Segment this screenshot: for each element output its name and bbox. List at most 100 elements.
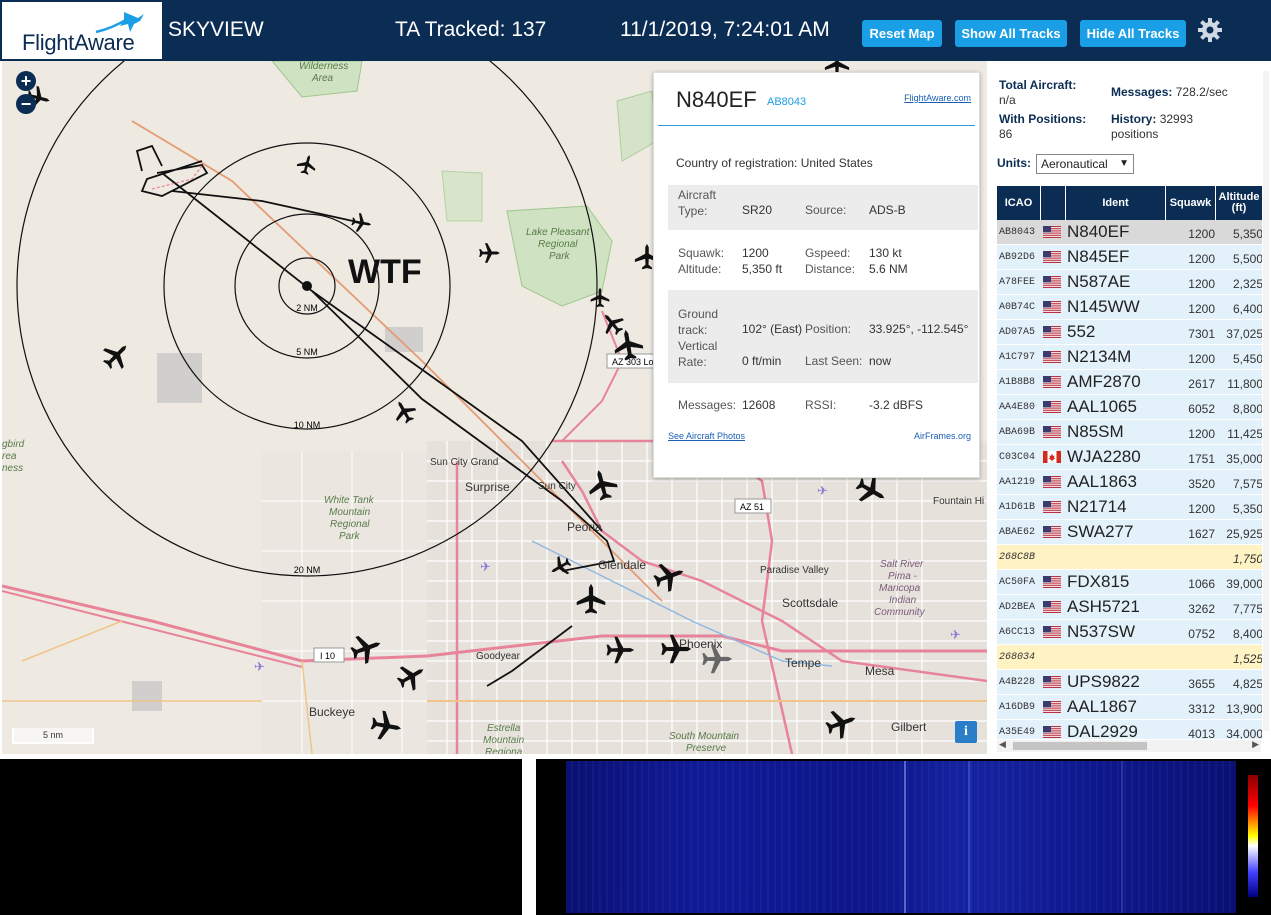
row-ident: N840EF [1067,222,1130,241]
row-altitude: 5,450 [1232,352,1262,366]
airport-icon: ✈ [950,628,961,643]
label-glendale: Glendale [598,558,646,572]
aircraft-marker[interactable] [479,243,500,263]
us-flag-icon [1043,226,1061,238]
scroll-right-icon[interactable]: ▶ [1252,739,1259,750]
us-flag-icon [1043,626,1061,638]
squawk-value: 1200 [742,246,769,260]
ring-label-5nm: 5 NM [296,347,318,357]
row-icao: A4B228 [999,677,1036,688]
country-label: Country of registration: [676,156,798,170]
us-flag-icon [1043,376,1061,388]
units-label: Units: [997,156,1031,170]
row-squawk: 6052 [1188,402,1215,416]
altitude-value: 5,350 ft [742,262,783,276]
row-squawk: 2617 [1188,377,1215,391]
label-estrella: Estrella Mountain Regiona [483,723,525,754]
flightaware-link[interactable]: FlightAware.com [904,93,971,103]
hide-all-tracks-button[interactable]: Hide All Tracks [1080,20,1186,47]
table-row[interactable]: A1C797 N2134M 1200 5,450 [997,345,1262,370]
table-row[interactable]: ABA69B N85SM 1200 11,425 [997,420,1262,445]
row-icao: A35E49 [999,727,1036,738]
row-icao: AA1219 [999,477,1036,488]
us-flag-icon [1043,401,1061,413]
units-select[interactable]: Aeronautical ▼ [1036,154,1134,174]
col-flag-header[interactable] [1041,186,1065,220]
label-mesa: Mesa [865,664,895,678]
table-row[interactable]: 268C8B 1,750 [997,545,1262,570]
table-row[interactable]: AD2BEA ASH5721 3262 7,775 [997,595,1262,620]
stat-history: History: 32993 positions [1111,112,1193,142]
us-flag-icon [1043,326,1061,338]
table-row[interactable]: A35E49 DAL2929 4013 34,000 [997,720,1262,739]
label-gilbert: Gilbert [891,720,927,734]
table-row[interactable]: A0B74C N145WW 1200 6,400 [997,295,1262,320]
row-ident: ASH5721 [1067,597,1140,616]
table-row[interactable]: A4B228 UPS9822 3655 4,825 [997,670,1262,695]
table-row[interactable]: AC50FA FDX815 1066 39,000 [997,570,1262,595]
scrollbar-thumb[interactable] [1013,742,1147,750]
row-altitude: 11,425 [1227,427,1262,441]
canada-flag-icon [1043,451,1061,463]
label-surprise: Surprise [465,480,510,494]
zoom-out-button[interactable]: − [16,94,36,114]
table-row[interactable]: A78FEE N587AE 1200 2,325 [997,270,1262,295]
row-squawk: 3655 [1188,677,1215,691]
col-squawk-header[interactable]: Squawk [1166,186,1215,220]
vertical-scrollbar[interactable] [1263,71,1269,731]
row-altitude: 7,575 [1232,477,1262,491]
us-flag-icon [1043,476,1061,488]
table-row[interactable]: A1D61B N21714 1200 5,350 [997,495,1262,520]
label-gbird: gbird rea ness [2,439,25,474]
waterfall-signal [1121,761,1123,913]
table-row[interactable]: A6CC13 N537SW 0752 8,400 [997,620,1262,645]
aircraft-photos-link[interactable]: See Aircraft Photos [668,431,745,441]
table-row[interactable]: 268034 1,525 [997,645,1262,670]
horizontal-scrollbar[interactable]: ◀ ▶ [997,739,1261,752]
table-row[interactable]: A16DB9 AAL1867 3312 13,900 [997,695,1262,720]
aircraft-marker[interactable] [295,152,319,177]
gear-icon[interactable] [1197,17,1223,43]
row-squawk: 7301 [1188,327,1215,341]
table-row[interactable]: AD07A5 552 7301 37,025 [997,320,1262,345]
table-row[interactable]: AA4E80 AAL1065 6052 8,800 [997,395,1262,420]
col-altitude-header[interactable]: Altitude (ft) [1216,186,1262,220]
shield-az51: AZ 51 [740,502,764,512]
row-ident: WJA2280 [1067,447,1141,466]
shield-az303: AZ 303 Lo [612,357,654,367]
scroll-left-icon[interactable]: ◀ [999,739,1006,750]
aircraft-marker[interactable] [97,336,136,375]
us-flag-icon [1043,301,1061,313]
table-row[interactable]: C03C04 WJA2280 1751 35,000 [997,445,1262,470]
reset-map-button[interactable]: Reset Map [862,20,942,47]
gspeed-value: 130 kt [869,246,902,260]
table-row[interactable]: ABAE62 SWA277 1627 25,925 [997,520,1262,545]
row-ident: DAL2929 [1067,722,1138,739]
flightaware-logo[interactable]: FlightAware [2,2,162,59]
table-row[interactable]: AB92D6 N845EF 1200 5,500 [997,245,1262,270]
info-icon[interactable]: i [955,721,977,743]
row-squawk: 1200 [1188,227,1215,241]
row-ident: N845EF [1067,247,1130,266]
table-row[interactable]: AA1219 AAL1863 3520 7,575 [997,470,1262,495]
airframes-link[interactable]: AirFrames.org [914,431,971,441]
show-all-tracks-button[interactable]: Show All Tracks [955,20,1067,47]
table-row[interactable]: AB8043 N840EF 1200 5,350 [997,220,1262,245]
row-icao: AD2BEA [999,602,1036,613]
altitude-label: Altitude: [678,262,722,276]
label-fountain-hills: Fountain Hi [933,496,984,507]
waterfall-display [566,761,1236,913]
popup-icao: AB8043 [767,96,807,108]
aircraft-marker[interactable] [388,395,420,427]
aircraft-table: ICAO Ident Squawk Altitude (ft) AB8043 N8… [997,186,1262,739]
zoom-in-button[interactable]: + [16,71,36,91]
table-row[interactable]: A1B8B8 AMF2870 2617 11,800 [997,370,1262,395]
ring-label-2nm: 2 NM [296,303,318,313]
waterfall-pane [536,759,1271,915]
row-squawk: 4013 [1188,727,1215,739]
row-squawk: 1200 [1188,502,1215,516]
us-flag-icon [1043,501,1061,513]
col-ident-header[interactable]: Ident [1066,186,1165,220]
messages-value: 12608 [742,398,776,412]
col-icao-header[interactable]: ICAO [997,186,1040,220]
